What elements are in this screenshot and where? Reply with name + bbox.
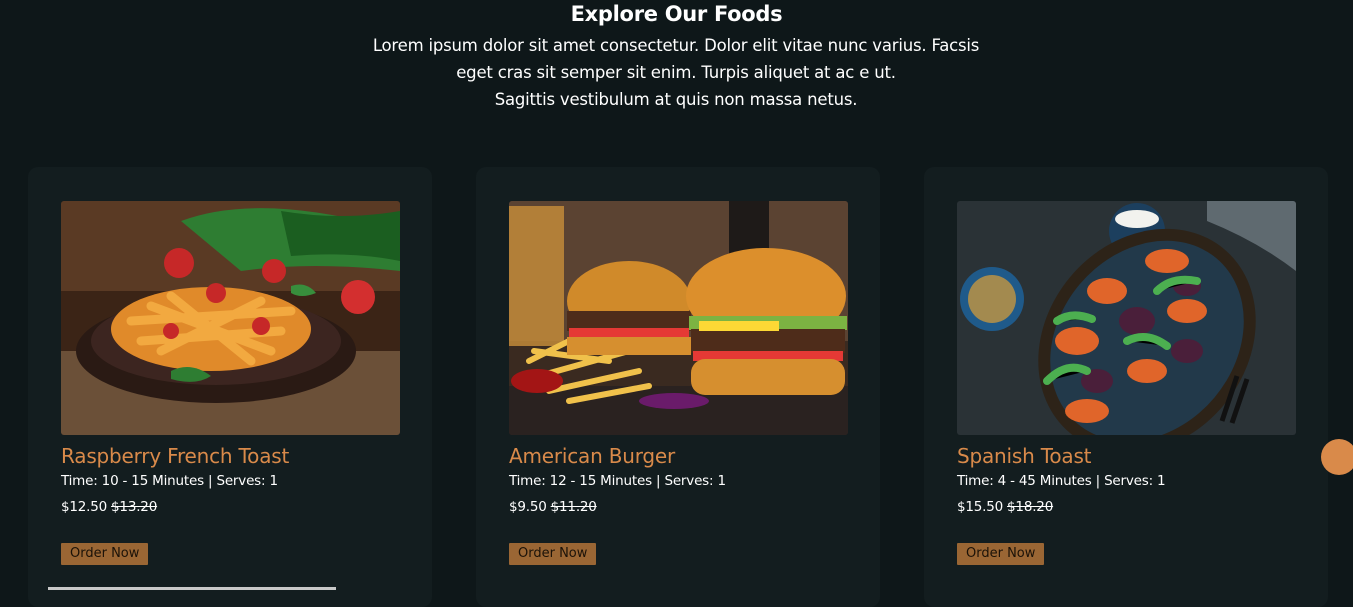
old-price: $18.20 (1007, 499, 1054, 515)
food-meta: Time: 4 - 45 Minutes | Serves: 1 (957, 473, 1166, 489)
old-price: $13.20 (111, 499, 158, 515)
current-price: $9.50 (509, 499, 547, 515)
next-slide-button[interactable] (1321, 439, 1353, 475)
food-meta: Time: 12 - 15 Minutes | Serves: 1 (509, 473, 726, 489)
order-now-button[interactable]: Order Now (957, 543, 1045, 565)
salad-photo (957, 201, 1296, 435)
order-now-button[interactable]: Order Now (61, 543, 149, 565)
subtitle-line: Sagittis vestibulum at quis non massa ne… (494, 90, 858, 109)
food-price: $15.50 $18.20 (957, 499, 1053, 515)
section-subtitle: Lorem ipsum dolor sit amet consectetur. … (326, 32, 1026, 113)
old-price: $11.20 (550, 499, 597, 515)
current-price: $12.50 (61, 499, 108, 515)
subtitle-line: Lorem ipsum dolor sit amet consectetur. … (372, 36, 980, 55)
section-title: Explore Our Foods (570, 2, 783, 26)
food-card: American Burger Time: 12 - 15 Minutes | … (476, 167, 880, 607)
food-price: $12.50 $13.20 (61, 499, 157, 515)
food-title[interactable]: American Burger (509, 444, 675, 468)
food-card: Spanish Toast Time: 4 - 45 Minutes | Ser… (924, 167, 1328, 607)
food-title[interactable]: Spanish Toast (957, 444, 1092, 468)
current-price: $15.50 (957, 499, 1004, 515)
order-now-button[interactable]: Order Now (509, 543, 597, 565)
food-card: Raspberry French Toast Time: 10 - 15 Min… (28, 167, 432, 607)
subtitle-line: eget cras sit semper sit enim. Turpis al… (456, 63, 896, 82)
burger-photo (509, 201, 848, 435)
food-meta: Time: 10 - 15 Minutes | Serves: 1 (61, 473, 278, 489)
pasta-photo (61, 201, 400, 435)
foods-section: Explore Our Foods Lorem ipsum dolor sit … (0, 0, 1353, 607)
food-price: $9.50 $11.20 (509, 499, 597, 515)
food-title[interactable]: Raspberry French Toast (61, 444, 289, 468)
